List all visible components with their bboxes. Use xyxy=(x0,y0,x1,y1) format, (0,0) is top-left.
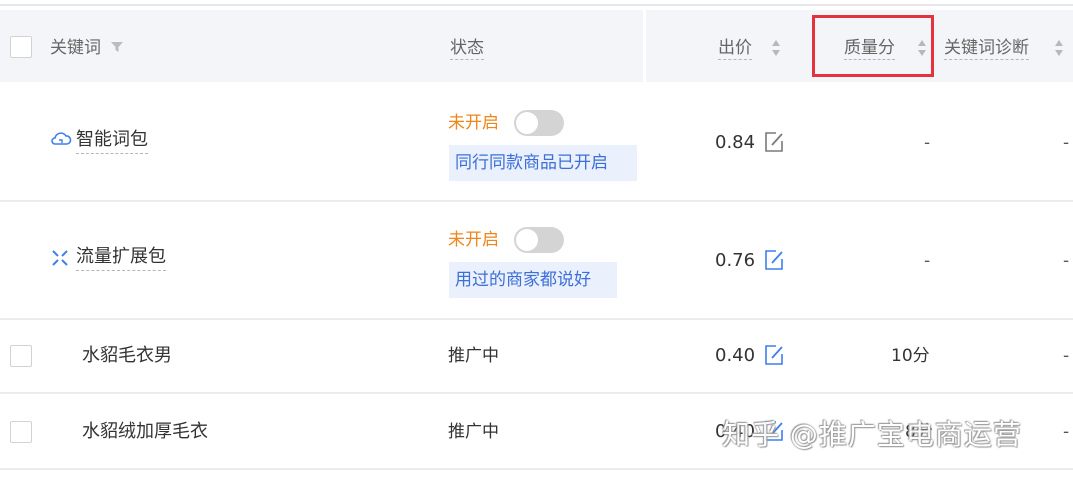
header-status: 状态 xyxy=(450,36,484,60)
row-checkbox[interactable] xyxy=(10,345,32,367)
header-bid-label: 出价 xyxy=(718,38,752,60)
quality-score-highlight xyxy=(812,15,934,77)
diagnosis-value: - xyxy=(1063,251,1070,271)
cloud-icon xyxy=(51,132,72,145)
edit-bid-icon[interactable] xyxy=(763,249,785,271)
filter-icon[interactable] xyxy=(110,40,124,54)
keyword-smart-pack[interactable]: 智能词包 xyxy=(76,128,148,154)
sort-diagnosis-icon[interactable] xyxy=(1055,40,1064,58)
row-divider xyxy=(0,200,1073,202)
edit-bid-icon[interactable] xyxy=(763,131,785,153)
diagnosis-value: - xyxy=(1063,422,1070,442)
header-divider xyxy=(643,10,646,82)
promo-tag: 同行同款商品已开启 xyxy=(449,145,637,181)
quality-score: - xyxy=(924,251,931,271)
promo-tag: 用过的商家都说好 xyxy=(449,262,617,298)
header-bid[interactable]: 出价 xyxy=(718,36,752,60)
traffic-pack-toggle[interactable] xyxy=(514,227,564,253)
keyword-name: 水貂毛衣男 xyxy=(82,345,172,366)
row-divider xyxy=(0,392,1073,394)
status-off-label: 未开启 xyxy=(448,113,499,133)
sort-bid-icon[interactable] xyxy=(772,40,781,58)
select-all-checkbox[interactable] xyxy=(10,36,32,58)
row-checkbox[interactable] xyxy=(10,421,32,443)
quality-score: 10分 xyxy=(891,346,930,366)
status-active: 推广中 xyxy=(448,346,499,366)
header-keyword[interactable]: 关键词 xyxy=(50,36,124,60)
row-divider xyxy=(0,318,1073,320)
bid-value: 0.84 xyxy=(715,132,756,153)
bid-value: 0.40 xyxy=(715,345,756,366)
header-status-label: 状态 xyxy=(450,38,484,60)
status-off-label: 未开启 xyxy=(448,230,499,250)
bid-value: 0.76 xyxy=(715,250,756,271)
row-divider xyxy=(0,468,1073,470)
zhihu-watermark: 知乎 @推广宝电商运营 xyxy=(722,418,1022,451)
keyword-name: 水貂绒加厚毛衣 xyxy=(82,421,208,442)
header-keyword-label: 关键词 xyxy=(50,38,101,58)
smart-pack-toggle[interactable] xyxy=(514,110,564,136)
table-top-border xyxy=(0,4,1073,6)
expand-icon xyxy=(52,250,68,266)
header-diagnosis-label: 关键词诊断 xyxy=(944,38,1029,60)
keyword-traffic-pack[interactable]: 流量扩展包 xyxy=(76,245,166,271)
quality-score: - xyxy=(924,133,931,153)
status-active: 推广中 xyxy=(448,422,499,442)
edit-bid-icon[interactable] xyxy=(763,344,785,366)
header-diagnosis[interactable]: 关键词诊断 xyxy=(944,36,1029,60)
diagnosis-value: - xyxy=(1063,133,1070,153)
diagnosis-value: - xyxy=(1063,346,1070,366)
